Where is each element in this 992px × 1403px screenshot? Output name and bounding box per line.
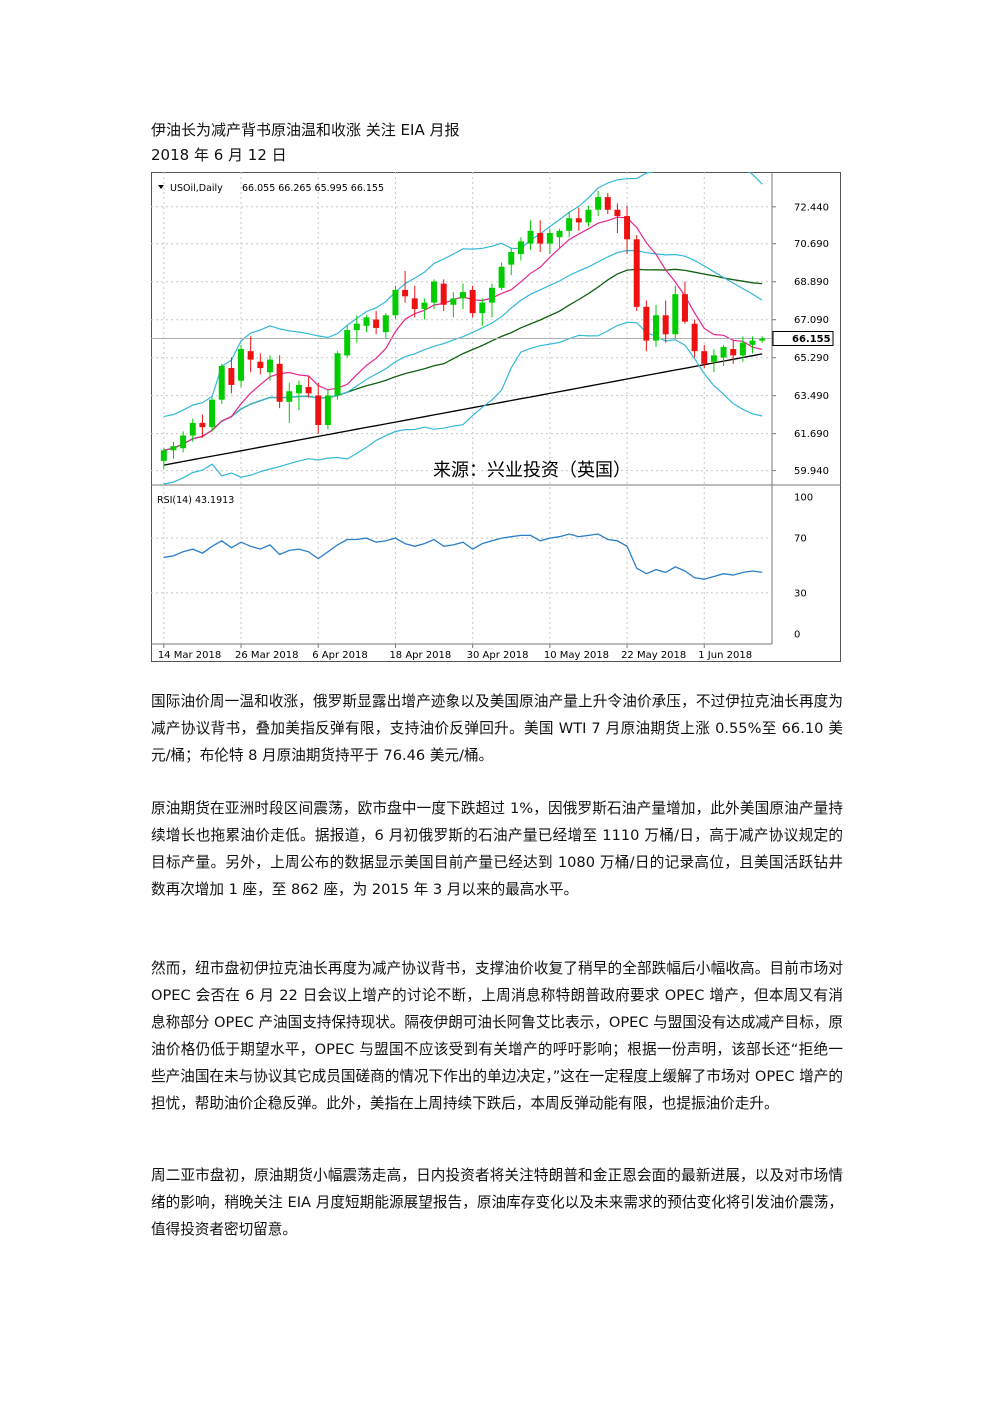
candle-body (662, 315, 669, 335)
candle-body (353, 323, 360, 331)
chart-svg: 72.440 70.690 68.890 67.090 65.290 63.490 61.6… (151, 172, 841, 662)
paragraph-2: 原油期货在亚洲时段区间震荡，欧市盘中一度下跌超过 1%，因俄罗斯石油产量增加，此… (151, 800, 843, 898)
candle-body (257, 361, 264, 369)
paragraph-3: 然而，纽市盘初伊拉克油长再度为减产协议背书，支撑油价收复了稍早的全部跌幅后小幅收… (151, 960, 843, 1112)
candle-body (517, 241, 524, 255)
candle-body (469, 289, 476, 314)
rsi-tick-label: 100 (794, 493, 813, 504)
source-watermark: 来源：兴业投资（英国） (433, 460, 631, 481)
candle-body (305, 387, 312, 394)
date-tick-label: 22 May 2018 (621, 650, 686, 661)
candle-body (344, 330, 351, 356)
candle-body (392, 289, 399, 316)
chart-frame (151, 172, 841, 662)
candle-body (739, 342, 746, 356)
candle-body (440, 283, 447, 305)
candle-body (556, 230, 563, 238)
date-tick-label: 10 May 2018 (544, 650, 609, 661)
candle-body (759, 338, 766, 341)
rsi-label: RSI(14) 43.1913 (157, 495, 234, 506)
candle-body (595, 197, 602, 210)
candle-body (720, 346, 727, 358)
candle-body (450, 298, 457, 305)
candle-body (363, 317, 370, 326)
price-tick-label: 59.940 (794, 466, 829, 477)
price-tick-label: 67.090 (794, 315, 829, 326)
candle-body (624, 216, 631, 240)
candle-body (546, 232, 553, 244)
candle-body (730, 349, 737, 356)
candle-body (508, 251, 515, 265)
candle-body (286, 391, 293, 402)
price-tick-label: 72.440 (794, 202, 829, 213)
candle-body (537, 232, 544, 244)
ohlc-label: 66.055 66.265 65.995 66.155 (242, 183, 384, 194)
candle-body (460, 292, 466, 299)
symbol-label: USOil,Daily (170, 183, 223, 194)
candle-body (672, 294, 679, 335)
candle-body (228, 368, 235, 385)
candle-body (373, 319, 380, 328)
candle-body (653, 315, 660, 341)
price-tick-label: 70.690 (794, 239, 829, 250)
candle-body (209, 399, 216, 428)
price-tick-label: 68.890 (794, 277, 829, 288)
rsi-tick-label: 30 (794, 588, 807, 599)
candle-body (527, 230, 534, 244)
rsi-tick-label: 70 (794, 534, 807, 545)
date-tick-label: 6 Apr 2018 (312, 650, 367, 661)
candle-body (266, 359, 273, 373)
candle-body (402, 289, 409, 297)
candle-body (199, 422, 206, 428)
paragraph-1: 国际油价周一温和收涨，俄罗斯显露出增产迹象以及美国原油产量上升令油价承压，不过伊… (151, 693, 843, 764)
candle-body (633, 239, 640, 307)
candle-body (411, 298, 418, 309)
candle-body (614, 209, 621, 217)
candle-body (170, 446, 177, 451)
price-tick-label: 61.690 (794, 429, 829, 440)
candle-body (334, 353, 341, 396)
candle-body (218, 365, 225, 400)
candle-body (710, 355, 717, 362)
candle-body (701, 351, 708, 364)
candle-body (566, 218, 573, 231)
rsi-tick-label: 0 (794, 630, 800, 641)
candle-body (238, 349, 245, 381)
candle-body (382, 315, 389, 333)
candle-body (189, 422, 196, 436)
article-title: 伊油长为减产背书原油温和收涨 关注 EIA 月报 (151, 121, 460, 139)
date-tick-label: 14 Mar 2018 (158, 650, 221, 661)
candle-body (575, 218, 582, 223)
date-tick-label: 1 Jun 2018 (698, 650, 752, 661)
candle-body (180, 435, 187, 449)
candle-body (315, 395, 322, 426)
candle-body (691, 323, 698, 352)
oil-price-chart: 72.440 70.690 68.890 67.090 65.290 63.490 61.6… (151, 172, 842, 662)
candle-body (160, 450, 167, 461)
candle-body (604, 197, 611, 210)
candle-body (585, 209, 592, 223)
candle-body (431, 281, 438, 303)
candle-body (681, 294, 688, 322)
price-tick-label: 63.490 (794, 391, 829, 402)
date-tick-label: 30 Apr 2018 (467, 650, 529, 661)
last-price-label: 66.155 (792, 334, 831, 345)
paragraph-4: 周二亚市盘初，原油期货小幅震荡走高，日内投资者将关注特朗普和金正恩会面的最新进展… (151, 1167, 843, 1238)
price-tick-label: 65.290 (794, 353, 829, 364)
candle-body (488, 287, 495, 303)
candle-body (643, 306, 650, 341)
candle-body (276, 363, 283, 402)
article-date: 2018 年 6 月 12 日 (151, 146, 287, 164)
candle-body (421, 302, 428, 309)
candle-body (479, 302, 486, 314)
candle-body (295, 384, 302, 394)
date-tick-label: 26 Mar 2018 (235, 650, 298, 661)
date-tick-label: 18 Apr 2018 (389, 650, 451, 661)
candle-body (247, 351, 254, 360)
candle-body (749, 340, 756, 345)
candle-body (498, 266, 505, 288)
candle-body (324, 395, 331, 426)
